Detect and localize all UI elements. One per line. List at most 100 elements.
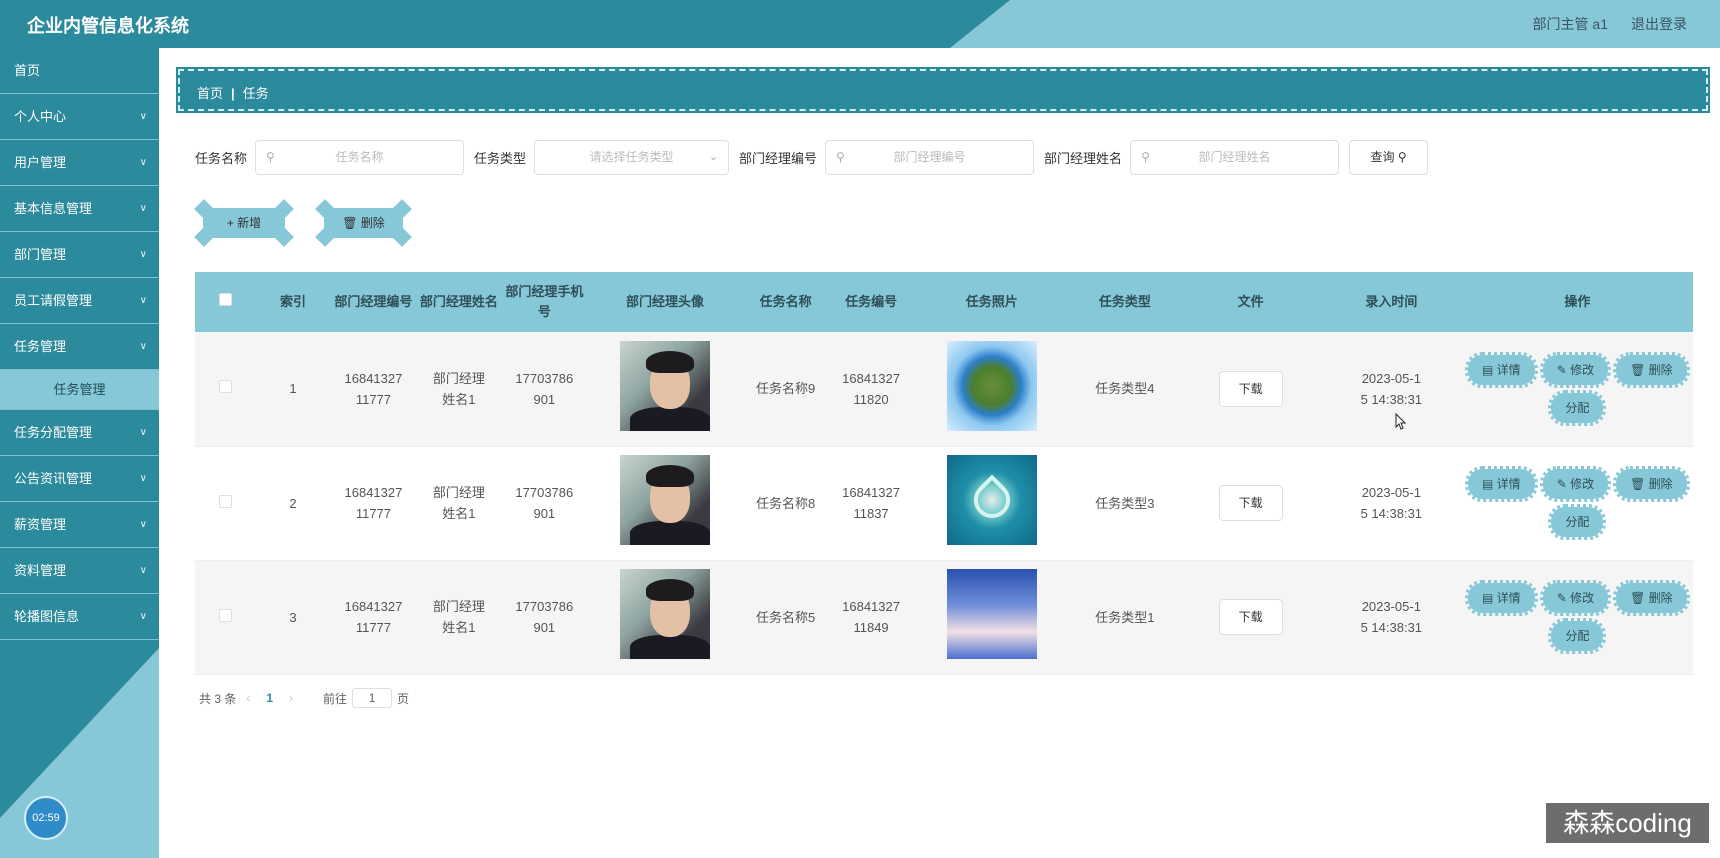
avatar-cell — [587, 446, 743, 561]
table-row: 2 1684132711777 部门经理姓名1 17703786901 任务名称8 168… — [195, 446, 1693, 561]
detail-label: 详情 — [1496, 477, 1521, 491]
breadcrumb-home[interactable]: 首页 — [197, 86, 223, 101]
phone-cell: 17703786901 — [501, 560, 588, 675]
pagination: 共 3 条 ‹ 1 › 前往 1 页 — [199, 688, 409, 708]
column-header: 文件 — [1180, 272, 1321, 332]
manager-name-text: 部门经理姓名1 — [432, 370, 485, 407]
logout-link[interactable]: 退出登录 — [1631, 14, 1687, 34]
file-cell: 下载 — [1180, 560, 1321, 675]
goto-page-input[interactable]: 1 — [352, 688, 393, 708]
row-checkbox[interactable] — [218, 608, 232, 622]
sidebar-item[interactable]: 基本信息管理 ∨ — [0, 186, 159, 232]
sidebar-item[interactable]: 任务管理 ∨ — [0, 324, 159, 370]
search-icon: ⚲ — [836, 150, 845, 164]
task-name-input[interactable]: ⚲ 任务名称 — [255, 140, 465, 175]
row-checkbox[interactable] — [218, 494, 232, 508]
column-header: 任务名称 — [742, 272, 829, 332]
task-photo-cell — [913, 332, 1070, 447]
row-checkbox[interactable] — [218, 380, 232, 394]
sidebar-item[interactable]: 轮播图信息 ∨ — [0, 594, 159, 640]
search-icon: ⚲ — [1397, 150, 1407, 164]
task-photo-cell — [913, 446, 1070, 561]
document-icon: ▤ — [1482, 362, 1497, 377]
sidebar-item[interactable]: 公告资讯管理 ∨ — [0, 456, 159, 502]
sidebar-item[interactable]: 员工请假管理 ∨ — [0, 278, 159, 324]
search-icon: ⚲ — [266, 150, 275, 164]
column-header: 部门经理姓名 — [416, 272, 502, 332]
index-cell: 2 — [255, 446, 331, 561]
sidebar-item[interactable]: 用户管理 ∨ — [0, 140, 159, 186]
task-type-cell: 任务类型4 — [1069, 332, 1181, 447]
page-number[interactable]: 1 — [266, 691, 273, 705]
page-unit-label: 页 — [397, 691, 410, 706]
current-user-label: 部门主管 a1 — [1532, 16, 1608, 32]
download-button[interactable]: 下载 — [1218, 485, 1283, 521]
sidebar-item[interactable]: 薪资管理 ∨ — [0, 502, 159, 548]
manager-name-input[interactable]: ⚲ 部门经理姓名 — [1130, 140, 1340, 175]
assign-button[interactable]: 分配 — [1548, 618, 1607, 654]
task-table: 索引 部门经理编号 部门经理姓名 部门经理手机号 部门经理头像 任务名称 任务编号 任务照片任… — [195, 272, 1693, 675]
detail-button[interactable]: ▤ 详情 — [1465, 466, 1538, 502]
manager-no-text: 1684132711777 — [344, 370, 403, 407]
query-button[interactable]: 查询 ⚲ — [1349, 140, 1429, 175]
operations-cell: ▤ 详情 ✎ 修改 🗑 删除 分配 — [1461, 560, 1693, 675]
next-page-icon[interactable]: › — [289, 691, 293, 705]
task-photo — [946, 340, 1037, 431]
sidebar-item-label: 个人中心 — [14, 109, 67, 124]
task-type-select[interactable]: 请选择任务类型 ⌄ — [534, 140, 730, 175]
sidebar-item[interactable]: 个人中心 ∨ — [0, 94, 159, 140]
plus-icon: + — [226, 216, 238, 230]
detail-button[interactable]: ▤ 详情 — [1465, 351, 1538, 388]
time-cell: 2023-05-15 14:38:31 — [1320, 560, 1462, 675]
prev-page-icon[interactable]: ‹ — [246, 691, 250, 705]
phone-text: 17703786901 — [515, 599, 574, 635]
sidebar-menu: 首页 个人中心 ∨ 用户管理 ∨ 基本信息管理 ∨ 部门管理 ∨ 员工请假管理 ∨ 任务管理 ∨ 任务管理… — [0, 48, 159, 640]
detail-button[interactable]: ▤ 详情 — [1465, 580, 1538, 616]
trash-icon: 🗑 — [342, 216, 361, 230]
column-header: 部门经理头像 — [587, 272, 743, 332]
select-all-checkbox[interactable] — [218, 293, 232, 306]
sidebar-item-label: 任务分配管理 — [14, 425, 93, 440]
sidebar-item[interactable]: 资料管理 ∨ — [0, 548, 159, 594]
manager-no-input[interactable]: ⚲ 部门经理编号 — [825, 140, 1035, 175]
task-type-placeholder: 请选择任务类型 — [589, 150, 674, 164]
sidebar-item-label: 用户管理 — [14, 155, 67, 170]
task-type-cell: 任务类型1 — [1069, 560, 1181, 675]
edit-button[interactable]: ✎ 修改 — [1539, 351, 1612, 388]
app-title: 企业内管信息化系统 — [27, 16, 189, 36]
sidebar-item[interactable]: 任务分配管理 ∨ — [0, 410, 159, 456]
assign-button[interactable]: 分配 — [1548, 389, 1607, 426]
phone-cell: 17703786901 — [501, 446, 588, 561]
task-no-text: 1684132711849 — [842, 599, 900, 635]
sidebar-subitem-active[interactable]: 任务管理 — [0, 370, 159, 410]
edit-label: 修改 — [1570, 362, 1595, 377]
detail-label: 详情 — [1496, 591, 1521, 605]
edit-button[interactable]: ✎ 修改 — [1539, 466, 1612, 502]
detail-label: 详情 — [1496, 362, 1521, 377]
add-button[interactable]: + 新增 — [194, 199, 294, 247]
delete-button[interactable]: 🗑 删除 — [1613, 351, 1690, 388]
index-cell: 1 — [255, 332, 331, 447]
delete-button[interactable]: 🗑 删除 — [1613, 466, 1690, 502]
index-cell: 3 — [255, 560, 331, 675]
download-button[interactable]: 下载 — [1218, 370, 1283, 407]
chevron-down-icon: ∨ — [139, 427, 147, 438]
batch-delete-button[interactable]: 🗑 删除 — [315, 199, 412, 247]
delete-button[interactable]: 🗑 删除 — [1613, 580, 1690, 616]
time-text: 2023-05-15 14:38:31 — [1360, 370, 1423, 407]
row-operations: ▤ 详情 ✎ 修改 🗑 删除 分配 — [1462, 580, 1692, 654]
select-all-cell — [195, 272, 256, 332]
sidebar-item[interactable]: 部门管理 ∨ — [0, 232, 159, 278]
chevron-down-icon: ∨ — [139, 157, 147, 168]
manager-no-text: 1684132711777 — [344, 599, 403, 635]
task-photo — [946, 569, 1037, 659]
edit-button[interactable]: ✎ 修改 — [1539, 580, 1612, 616]
breadcrumb-separator: | — [231, 86, 235, 101]
assign-label: 分配 — [1565, 400, 1590, 415]
download-button[interactable]: 下载 — [1218, 599, 1283, 635]
task-name-cell: 任务名称8 — [742, 446, 829, 561]
chevron-down-icon: ∨ — [139, 341, 147, 352]
sidebar-item[interactable]: 首页 — [0, 48, 159, 94]
assign-button[interactable]: 分配 — [1548, 504, 1607, 540]
chevron-down-icon: ∨ — [139, 473, 147, 484]
